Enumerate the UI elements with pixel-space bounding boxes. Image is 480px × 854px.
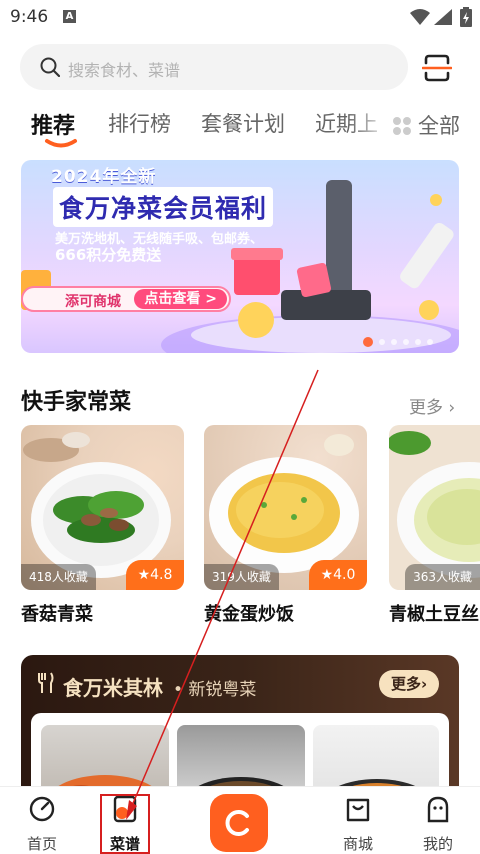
nav-label: 首页 xyxy=(26,835,57,853)
wifi-icon xyxy=(410,9,430,25)
star-icon: ★ xyxy=(137,567,151,583)
cook-center-icon xyxy=(225,810,249,836)
annotation-box xyxy=(100,794,150,854)
rating-value: 4.8 xyxy=(150,567,173,583)
section-title: 快手家常菜 xyxy=(21,390,132,415)
recipe-card[interactable]: 363人收藏 xyxy=(389,425,480,590)
search-icon xyxy=(40,57,60,77)
active-tab-indicator xyxy=(45,139,77,148)
michelin-section[interactable]: 食万米其林 • 新锐粤菜 更多› xyxy=(21,655,459,805)
banner-points: 666积分免费送 xyxy=(55,246,162,264)
tab-meal-plan[interactable]: 套餐计划 xyxy=(201,108,285,138)
favorites-count: 363人收藏 xyxy=(405,564,480,590)
banner-cta-group: 添可商城 点击查看 > xyxy=(21,286,231,312)
tabs-fade xyxy=(350,108,390,148)
scan-icon[interactable] xyxy=(422,53,452,83)
pager-dot xyxy=(427,339,433,345)
nav-cook-button[interactable] xyxy=(210,794,268,852)
recipe-name[interactable]: 香菇青菜 xyxy=(21,600,93,626)
pager-dot-active xyxy=(363,337,373,347)
nav-home[interactable]: 首页 xyxy=(2,787,82,854)
battery-icon xyxy=(460,7,472,27)
tab-all-label: 全部 xyxy=(418,114,460,138)
michelin-more-button[interactable]: 更多› xyxy=(379,670,440,698)
banner-pager xyxy=(363,330,439,349)
shopping-bag-icon xyxy=(346,798,370,822)
banner-view-button[interactable]: 点击查看 > xyxy=(134,289,227,309)
section-more-link[interactable]: 更多 › xyxy=(409,393,455,418)
rating-badge: ★4.0 xyxy=(309,560,367,590)
tab-all[interactable]: 全部 xyxy=(392,110,460,140)
search-placeholder: 搜索食材、菜谱 xyxy=(68,61,181,80)
rating-badge: ★4.8 xyxy=(126,560,184,590)
tab-ranking[interactable]: 排行榜 xyxy=(108,108,171,138)
pager-dot xyxy=(415,339,421,345)
banner-mall-label: 添可商城 xyxy=(65,294,121,310)
recipe-name[interactable]: 黄金蛋炒饭 xyxy=(204,600,294,626)
signal-icon xyxy=(434,9,452,25)
pager-dot xyxy=(379,339,385,345)
michelin-more-label: 更多 xyxy=(391,675,422,693)
promo-banner[interactable]: 2024年全新 食万净菜会员福利 美万洗地机、无线随手吸、包邮券、 666积分免… xyxy=(21,160,459,353)
chevron-right-icon: › xyxy=(448,398,456,418)
more-label: 更多 xyxy=(409,398,443,418)
michelin-subtitle: • 新锐粤菜 xyxy=(173,680,257,700)
home-icon xyxy=(29,796,55,822)
nav-mall[interactable]: 商城 xyxy=(318,787,398,854)
notification-a-icon: A xyxy=(63,10,76,23)
chevron-right-icon: › xyxy=(421,675,428,693)
pager-dot xyxy=(403,339,409,345)
star-icon: ★ xyxy=(320,567,334,583)
status-bar: 9:46 A xyxy=(0,0,480,34)
banner-headline: 食万净菜会员福利 xyxy=(53,187,274,227)
rating-value: 4.0 xyxy=(333,567,356,583)
profile-icon xyxy=(427,796,449,823)
banner-year-line: 2024年全新 xyxy=(51,167,157,187)
recipe-card[interactable]: 319人收藏 ★4.0 xyxy=(204,425,367,590)
nav-label: 商城 xyxy=(342,835,373,853)
michelin-title: 食万米其林 xyxy=(63,676,163,700)
favorites-count: 418人收藏 xyxy=(21,564,96,590)
recipe-name[interactable]: 青椒土豆丝 xyxy=(389,600,479,626)
nav-label: 我的 xyxy=(422,835,453,853)
pager-dot xyxy=(391,339,397,345)
favorites-count: 319人收藏 xyxy=(204,564,279,590)
tab-recommend[interactable]: 推荐 xyxy=(31,108,75,140)
status-time: 9:46 xyxy=(10,7,49,27)
utensils-icon xyxy=(38,672,54,693)
nav-profile[interactable]: 我的 xyxy=(398,787,478,854)
grid-icon xyxy=(393,117,411,135)
search-bar[interactable]: 搜索食材、菜谱 xyxy=(20,44,408,90)
recipe-card[interactable]: 418人收藏 ★4.8 xyxy=(21,425,184,590)
